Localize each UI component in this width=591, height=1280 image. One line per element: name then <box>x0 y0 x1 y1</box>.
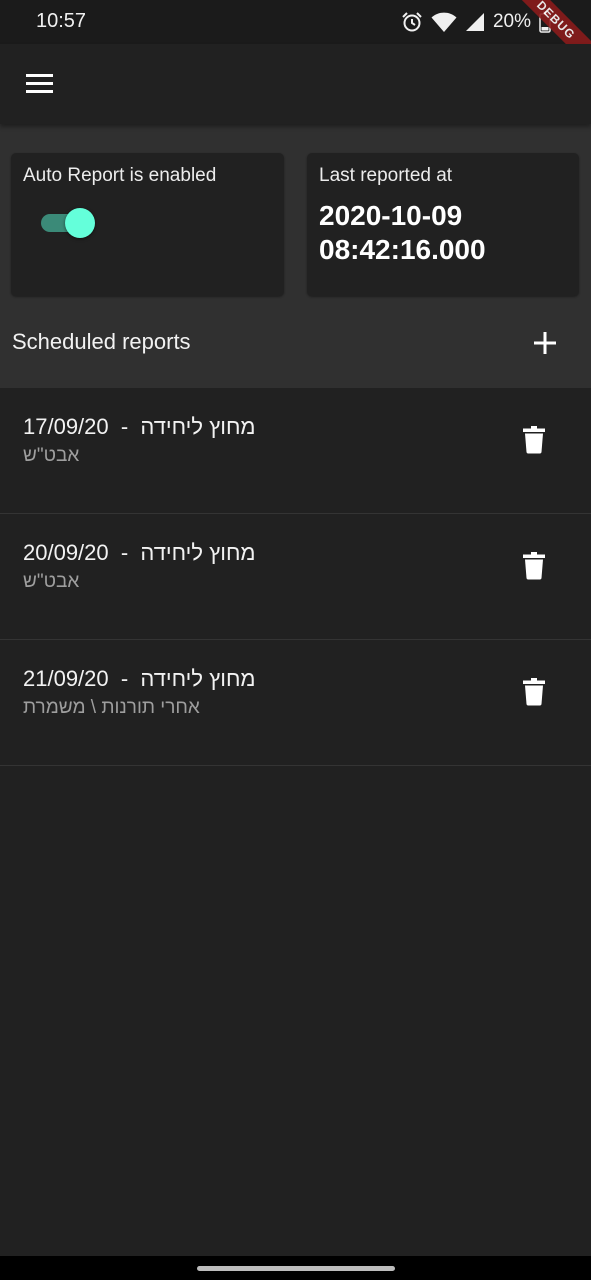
delete-report-button[interactable] <box>516 548 552 584</box>
status-icons: 20% <box>401 10 551 34</box>
wifi-icon <box>431 11 457 33</box>
home-indicator[interactable] <box>197 1266 395 1271</box>
status-bar: 10:57 20% <box>0 0 591 44</box>
list-item[interactable]: 21/09/20 - מחוץ ליחידה אחרי תורנות \ משמ… <box>0 640 591 766</box>
last-reported-card: Last reported at 2020-10-09 08:42:16.000 <box>307 153 579 296</box>
menu-button[interactable] <box>20 64 60 104</box>
report-subtitle: אבט"ש <box>23 445 80 466</box>
auto-report-card: Auto Report is enabled <box>11 153 284 296</box>
report-list: 17/09/20 - מחוץ ליחידה אבט"ש 20/09/20 - … <box>0 388 591 766</box>
signal-icon <box>465 12 485 32</box>
list-item[interactable]: 20/09/20 - מחוץ ליחידה אבט"ש <box>0 514 591 640</box>
app-bar <box>0 44 591 124</box>
add-report-button[interactable] <box>526 324 564 362</box>
scheduled-reports-title: Scheduled reports <box>12 329 191 354</box>
report-title: 17/09/20 - מחוץ ליחידה <box>23 414 256 439</box>
last-reported-label: Last reported at <box>319 165 453 186</box>
list-item[interactable]: 17/09/20 - מחוץ ליחידה אבט"ש <box>0 388 591 514</box>
last-reported-value: 2020-10-09 08:42:16.000 <box>319 200 486 265</box>
status-time: 10:57 <box>36 10 87 32</box>
report-subtitle: אבט"ש <box>23 571 80 592</box>
report-title: 20/09/20 - מחוץ ליחידה <box>23 540 256 565</box>
menu-icon <box>26 74 53 93</box>
battery-percentage: 20% <box>492 11 531 32</box>
auto-report-label: Auto Report is enabled <box>23 165 217 186</box>
delete-report-button[interactable] <box>516 674 552 710</box>
delete-report-button[interactable] <box>516 422 552 458</box>
screen: 10:57 20% DEBUG Auto Report is enabled L… <box>0 0 591 1280</box>
trash-icon <box>523 426 545 454</box>
alarm-icon <box>401 11 423 33</box>
plus-icon <box>534 332 556 354</box>
trash-icon <box>523 552 545 580</box>
trash-icon <box>523 678 545 706</box>
nav-bar <box>0 1256 591 1280</box>
status-section: Auto Report is enabled Last reported at … <box>0 124 591 388</box>
report-title: 21/09/20 - מחוץ ליחידה <box>23 666 256 691</box>
toggle-thumb <box>65 208 95 238</box>
auto-report-toggle[interactable] <box>41 208 97 238</box>
report-subtitle: אחרי תורנות \ משמרת <box>23 697 200 718</box>
